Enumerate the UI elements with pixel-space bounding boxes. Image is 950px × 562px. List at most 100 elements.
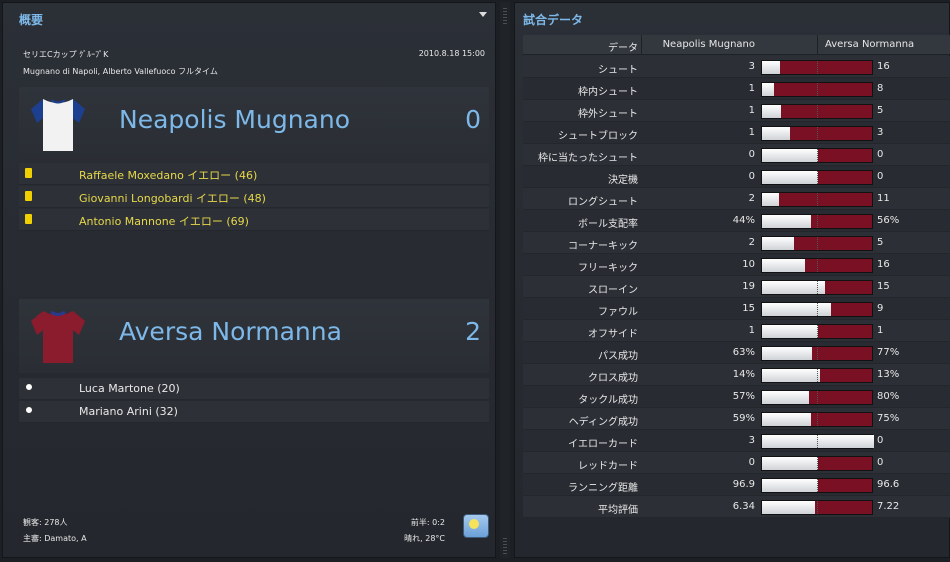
yellow-card-icon [25, 191, 32, 201]
stat-home-share-fill [762, 479, 818, 492]
stat-home-value: 63% [732, 347, 755, 358]
stat-comparison-bar [761, 302, 873, 317]
stat-row: 決定機 0 0 [523, 166, 950, 188]
stat-label: ロングシュート [568, 197, 638, 208]
stat-away-value: 16 [877, 259, 890, 270]
stat-away-value: 8 [877, 83, 884, 94]
ball-icon [25, 383, 33, 391]
stat-label: フリーキック [578, 263, 638, 274]
halftime-label: 前半: 0:2 [410, 518, 445, 527]
venue-label: Mugnano di Napoli, Alberto Vallefuoco フル… [23, 67, 218, 76]
stat-label: コーナーキック [568, 241, 638, 252]
stat-row: 平均評価 6.34 7.22 [523, 496, 950, 518]
stat-label: ファウル [598, 307, 638, 318]
stat-comparison-bar [761, 60, 873, 75]
away-team-name[interactable]: Aversa Normanna [119, 317, 342, 346]
overview-panel: 概要 セリエCカップ ｸﾞﾙｰﾌﾟK 2010.8.18 15:00 Mugna… [2, 2, 496, 558]
stat-home-value: 3 [748, 61, 755, 72]
event-text[interactable]: Luca Martone (20) [79, 382, 180, 395]
stat-home-share-fill [762, 501, 815, 514]
stat-label: 枠内シュート [578, 87, 638, 98]
stat-row: シュート 3 16 [523, 56, 950, 78]
stat-comparison-bar [761, 82, 873, 97]
event-row: Mariano Arini (32) [19, 401, 489, 423]
home-team-score: 0 [465, 105, 481, 134]
stat-home-share-fill [762, 105, 781, 118]
header-data[interactable]: データ [523, 39, 638, 54]
stat-comparison-bar [761, 456, 873, 471]
stat-away-value: 11 [877, 193, 890, 204]
stat-row: クロス成功 14% 13% [523, 364, 950, 386]
stat-comparison-bar [761, 434, 874, 449]
chevron-down-icon[interactable] [479, 12, 487, 17]
event-text[interactable]: Raffaele Moxedano イエロー (46) [79, 167, 257, 183]
stat-home-value: 2 [748, 193, 755, 204]
stat-home-share-fill [762, 83, 774, 96]
stat-label: 決定機 [608, 175, 638, 186]
stat-row: コーナーキック 2 5 [523, 232, 950, 254]
stat-row: 枠に当たったシュート 0 0 [523, 144, 950, 166]
stat-comparison-bar [761, 258, 873, 273]
stat-away-value: 16 [877, 61, 890, 72]
away-shirt-icon [31, 310, 85, 363]
ball-icon [25, 406, 33, 414]
stat-row: オフサイド 1 1 [523, 320, 950, 342]
stat-comparison-bar [761, 368, 873, 383]
stat-label: パス成功 [598, 351, 638, 362]
stat-comparison-bar [761, 478, 873, 493]
away-team-block: Aversa Normanna 2 [19, 299, 489, 373]
away-team-score: 2 [465, 317, 481, 346]
stat-away-value: 3 [877, 127, 884, 138]
stat-comparison-bar [761, 148, 873, 163]
home-team-name[interactable]: Neapolis Mugnano [119, 105, 350, 134]
stats-title: 試合データ [523, 13, 584, 27]
stat-comparison-bar [761, 192, 873, 207]
event-text[interactable]: Mariano Arini (32) [79, 405, 178, 418]
stat-label: 枠に当たったシュート [538, 153, 638, 164]
stat-away-value: 9 [877, 303, 884, 314]
stat-label: ランニング距離 [568, 483, 638, 494]
stat-row: ファウル 15 9 [523, 298, 950, 320]
header-away-team[interactable]: Aversa Normanna [825, 39, 914, 50]
stat-home-value: 2 [748, 237, 755, 248]
stat-away-value: 5 [877, 105, 884, 116]
home-shirt-icon [31, 99, 85, 151]
stat-away-value: 13% [877, 369, 900, 380]
event-row: Luca Martone (20) [19, 378, 489, 400]
stat-label: スローイン [588, 285, 638, 296]
stat-home-value: 0 [748, 457, 755, 468]
stat-home-value: 59% [732, 413, 755, 424]
stat-label: タックル成功 [578, 395, 638, 406]
stat-home-value: 0 [748, 171, 755, 182]
event-row: Giovanni Longobardi イエロー (48) [19, 186, 489, 208]
stat-home-share-fill [762, 391, 809, 404]
home-team-block: Neapolis Mugnano 0 [19, 87, 489, 161]
event-text[interactable]: Giovanni Longobardi イエロー (48) [79, 190, 266, 206]
stat-row: ロングシュート 2 11 [523, 188, 950, 210]
stat-away-value: 1 [877, 325, 884, 336]
stat-label: シュートブロック [558, 131, 638, 142]
stat-home-value: 0 [748, 149, 755, 160]
stat-row: ヘディング成功 59% 75% [523, 408, 950, 430]
panel-splitter[interactable] [500, 2, 510, 558]
stat-home-value: 15 [742, 303, 755, 314]
stat-label: 枠外シュート [578, 109, 638, 120]
stat-row: フリーキック 10 16 [523, 254, 950, 276]
stat-row: シュートブロック 1 3 [523, 122, 950, 144]
stat-away-value: 56% [877, 215, 900, 226]
overview-title: 概要 [19, 13, 44, 27]
stat-comparison-bar [761, 170, 873, 185]
stat-home-value: 96.9 [732, 479, 755, 490]
stat-home-share-fill [762, 281, 825, 294]
event-text[interactable]: Antonio Mannone イエロー (69) [79, 213, 249, 229]
stat-comparison-bar [761, 412, 873, 427]
stat-row: タックル成功 57% 80% [523, 386, 950, 408]
stat-label: シュート [598, 65, 638, 76]
stat-home-value: 19 [742, 281, 755, 292]
stat-home-share-fill [762, 127, 790, 140]
stat-row: ランニング距離 96.9 96.6 [523, 474, 950, 496]
match-datetime: 2010.8.18 15:00 [418, 49, 485, 58]
header-home-team[interactable]: Neapolis Mugnano [643, 39, 755, 50]
stat-comparison-bar [761, 280, 873, 295]
stat-away-value: 7.22 [877, 501, 900, 512]
